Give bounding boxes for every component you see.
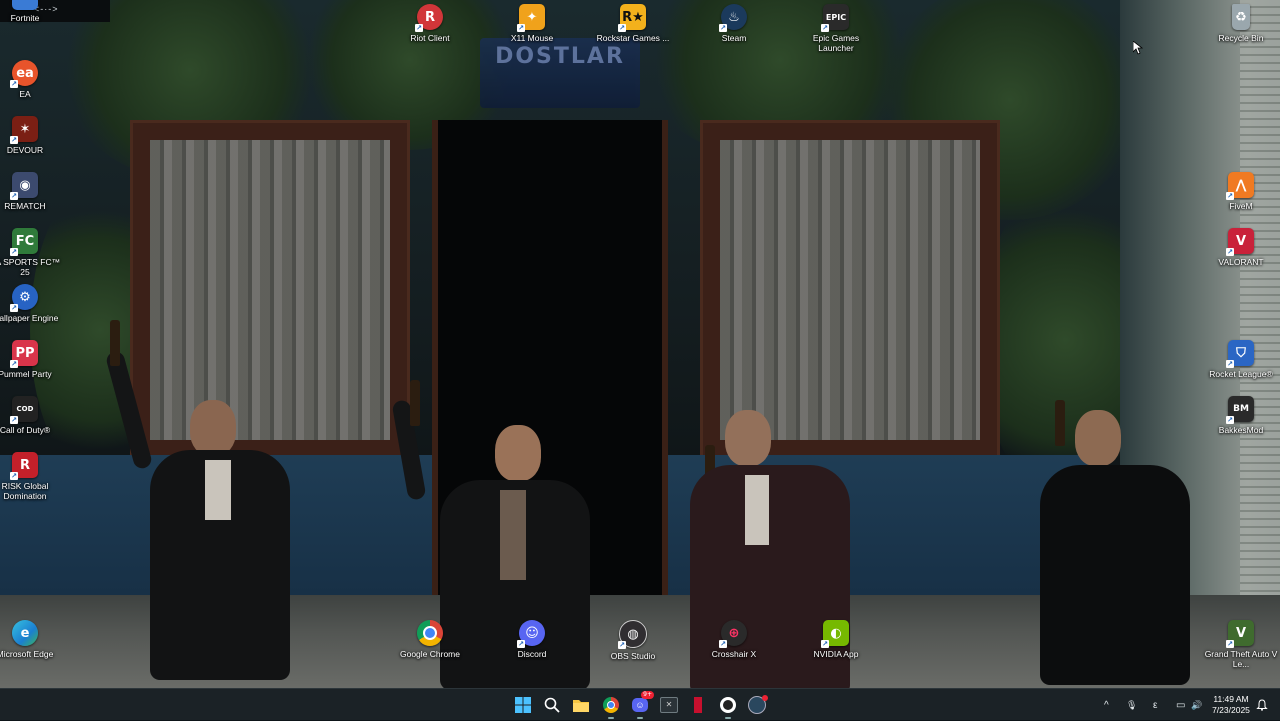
steam-alert-dot [762,695,768,701]
rockstar-icon: R★ ↗ [618,4,646,32]
edge-icon: e [12,620,38,646]
desktop-icon-bakkesmod[interactable]: BM ↗ BakkesMod [1201,396,1280,435]
desktop-icon-call-of-duty[interactable]: COD ↗ Call of Duty® [0,396,65,435]
desktop-icon-ea-sports-fc[interactable]: FC↗ EA SPORTS FC™ 25 [0,228,65,277]
riot-client-icon: R ↗ [415,4,443,32]
obs-icon [720,697,736,713]
desktop-icon-rematch[interactable]: ◉ ↗ REMATCH [0,172,65,211]
desktop-icon-fivem[interactable]: ⋀ ↗ FiveM [1201,172,1280,211]
desktop-icon-gta-v[interactable]: V ↗ Grand Theft Auto V Le... [1201,620,1280,669]
obs-icon: ◍ ↗ [618,620,647,649]
chrome-icon [603,697,619,713]
microphone-icon: 🎙 [1126,699,1138,710]
curtain-right [720,140,980,440]
desktop-icon-x11-mouse[interactable]: ✦ ↗ X11 Mouse [492,4,572,43]
desktop-icon-devour[interactable]: ✶ ↗ DEVOUR [0,116,65,155]
clock-date: 7/23/2025 [1212,705,1250,715]
epic-games-icon: EPIC ↗ [821,4,849,32]
taskbar-terminal[interactable]: ✕ [658,694,680,716]
devour-icon: ✶ ↗ [10,116,38,144]
desktop-icon-riot-client[interactable]: R ↗ Riot Client [390,4,470,43]
desktop-icon-ea[interactable]: ea ↗ EA [0,60,65,99]
terminal-icon: ✕ [660,697,678,713]
desktop-icon-obs-studio[interactable]: ◍ ↗ OBS Studio [593,620,673,661]
taskbar-file-explorer[interactable] [570,694,592,716]
start-button[interactable] [512,694,534,716]
desktop-icon-rocket-league[interactable]: ⛉ ↗ Rocket League® [1201,340,1280,379]
taskbar-discord[interactable]: ☺ 9+ [629,691,654,719]
folder-icon [573,700,589,712]
ea-sports-fc-icon: FC ↗ [10,228,38,256]
desktop-icon-pummel-party[interactable]: PP ↗ Pummel Party [0,340,65,379]
desktop-icon-fortnite[interactable]: Fortnite [0,0,65,23]
recycle-bin-icon: ♻ [1232,4,1250,30]
network-icon: ▭ [1176,699,1186,711]
taskbar-chrome[interactable] [600,694,622,719]
curtain-left [150,140,390,440]
taskbar-obs[interactable] [717,694,739,719]
shop-sign: DOSTLAR [480,38,640,108]
x11-mouse-icon: ✦ ↗ [517,4,545,32]
windows-icon [515,697,531,713]
volume-icon: 🔊 [1191,699,1203,710]
notification-center-button[interactable] [1256,689,1268,721]
taskbar-clock[interactable]: 11:49 AM 7/23/2025 [1208,694,1254,716]
rocket-league-icon: ⛉ ↗ [1226,340,1254,368]
gta-icon: V ↗ [1226,620,1254,648]
valorant-icon: V ↗ [1226,228,1254,256]
desktop-icon-epic-games[interactable]: EPIC ↗ Epic Games Launcher [796,4,876,53]
desktop-icon-steam[interactable]: ♨ ↗ Steam [694,4,774,43]
call-of-duty-icon: COD ↗ [10,396,38,424]
desktop-icon-valorant[interactable]: V ↗ VALORANT [1201,228,1280,267]
pummel-party-icon: PP ↗ [10,340,38,368]
taskbar-red-app[interactable] [687,694,709,716]
fivem-icon: ⋀ ↗ [1226,172,1254,200]
desktop-icon-discord[interactable]: ☺ ↗ Discord [492,620,572,659]
steam-icon: ♨ ↗ [719,4,747,32]
taskbar-search-button[interactable] [541,694,563,716]
ea-icon: ea ↗ [10,60,38,88]
desktop-icon-crosshair-x[interactable]: ⊕ ↗ Crosshair X [694,620,774,659]
fortnite-icon [12,0,38,10]
red-app-icon [694,697,702,713]
tray-overflow-chevron[interactable]: ^ [1104,689,1109,721]
taskbar: ☺ 9+ ✕ ^ 🎙 ε ▭ 🔊 11:49 AM 7/23/2025 [0,688,1280,720]
desktop-icon-wallpaper-engine[interactable]: ⚙↗ Wallpaper Engine [0,284,65,323]
tray-microphone[interactable]: 🎙 [1126,689,1137,721]
metal-shutter [1240,0,1280,600]
chrome-icon [417,620,443,646]
discord-icon: ☺ ↗ [517,620,545,648]
nvidia-icon: ◐ ↗ [821,620,849,648]
desktop-icon-nvidia-app[interactable]: ◐ ↗ NVIDIA App [796,620,876,659]
crosshair-icon: ⊕ ↗ [719,620,747,648]
desktop-wallpaper: DOSTLAR [0,0,1280,688]
desktop-icon-google-chrome[interactable]: Google Chrome [390,620,470,659]
bell-icon [1256,699,1268,711]
mouse-cursor-icon [1133,41,1143,55]
discord-icon: ☺ [632,698,648,712]
clock-time: 11:49 AM [1213,694,1249,704]
desktop-icon-recycle-bin[interactable]: ♻ Recycle Bin [1201,4,1280,43]
taskbar-steam[interactable] [746,694,768,716]
rematch-icon: ◉ ↗ [10,172,38,200]
chevron-up-icon: ^ [1104,699,1109,711]
desktop-icon-risk[interactable]: R ↗ RISK Global Domination [0,452,65,501]
desktop-icon-microsoft-edge[interactable]: e Microsoft Edge [0,620,65,659]
discord-notification-badge: 9+ [641,691,654,699]
wallpaper-engine-icon: ⚙ ↗ [10,284,38,312]
bakkesmod-icon: BM ↗ [1226,396,1254,424]
language-icon: ε [1153,699,1158,711]
tray-language[interactable]: ε [1153,689,1157,721]
tray-volume[interactable]: 🔊 [1191,689,1202,721]
tray-network[interactable]: ▭ [1176,689,1185,721]
risk-icon: R ↗ [10,452,38,480]
desktop-icon-rockstar[interactable]: R★ ↗ Rockstar Games ... [593,4,673,43]
search-icon [544,697,560,713]
